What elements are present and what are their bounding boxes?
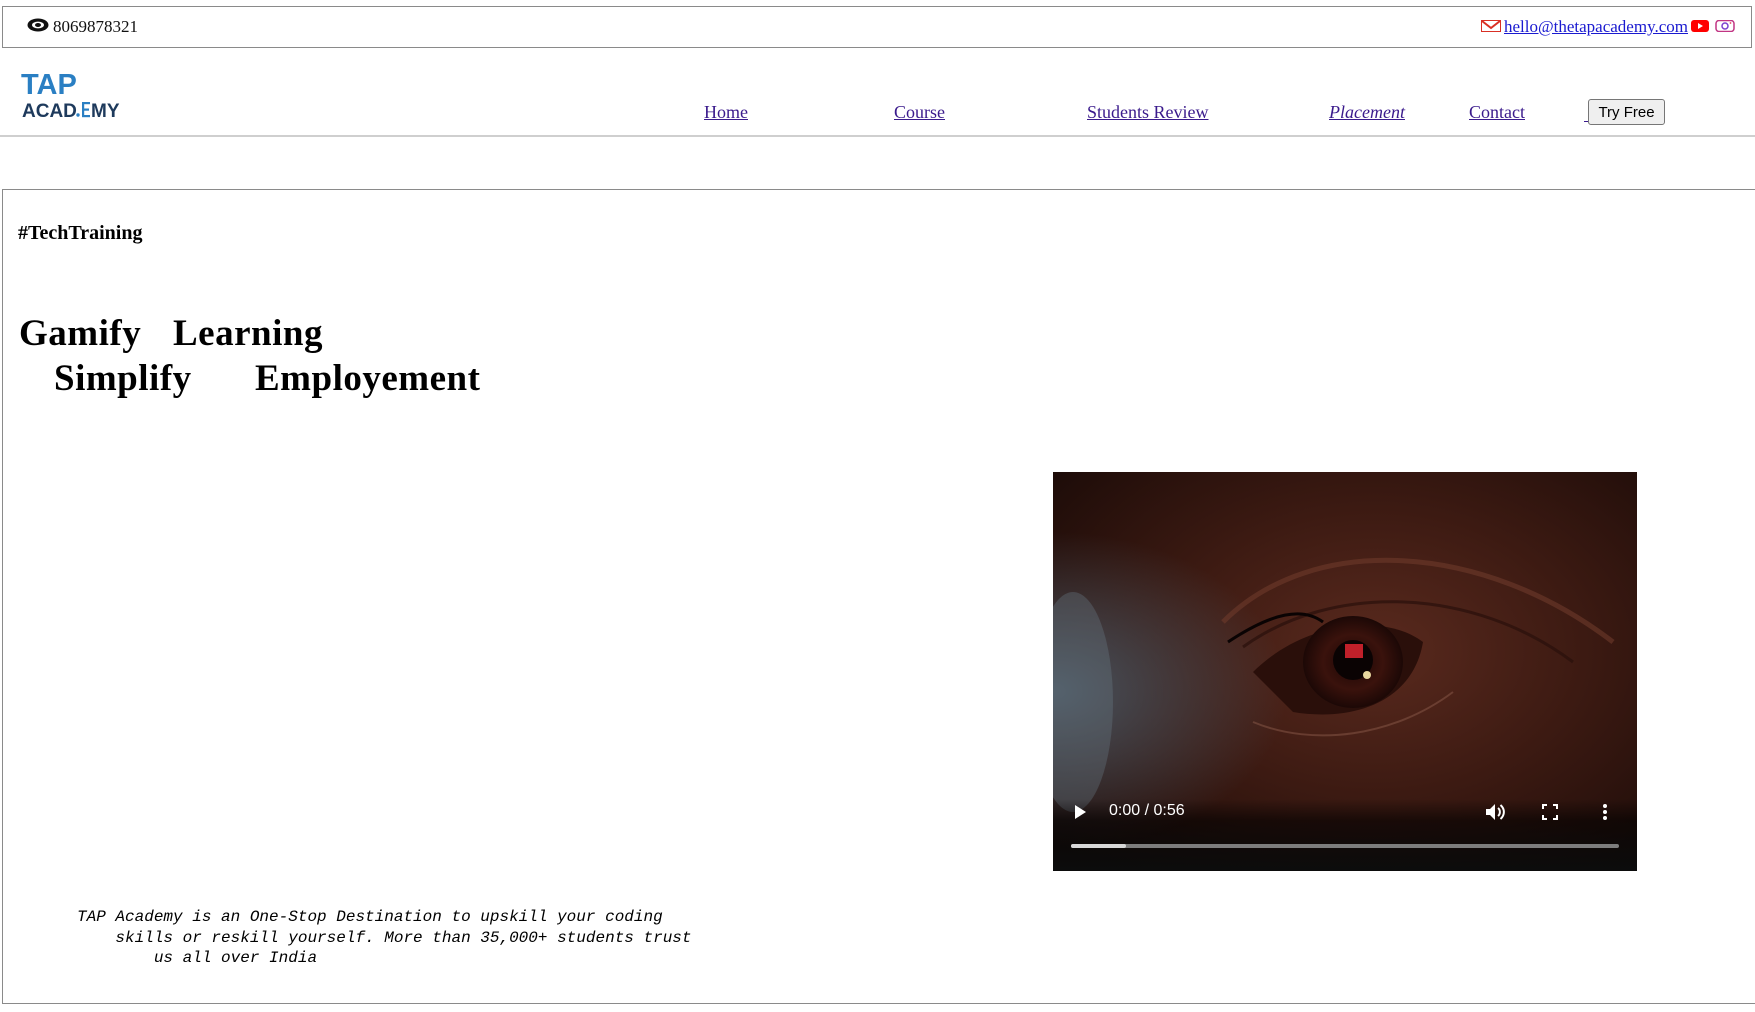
phone-icon xyxy=(27,17,49,37)
nav-contact[interactable]: Contact xyxy=(1469,102,1525,123)
headline-employement: Employement xyxy=(255,358,481,399)
nav-home[interactable]: Home xyxy=(704,102,748,123)
headline-gamify: Gamify xyxy=(19,313,142,354)
fullscreen-icon[interactable] xyxy=(1542,804,1558,825)
nav-students-review[interactable]: Students Review xyxy=(1087,102,1209,123)
volume-icon[interactable] xyxy=(1484,802,1506,827)
about-line: skills or reskill yourself. More than 35… xyxy=(77,928,692,947)
logo-e-glyph xyxy=(76,102,90,118)
video-progress-fill xyxy=(1071,844,1126,848)
nav-course[interactable]: Course xyxy=(894,102,945,123)
more-options-icon[interactable] xyxy=(1602,803,1608,826)
headline-simplify: Simplify xyxy=(54,358,192,399)
social-contacts: hello@thetapacademy.com xyxy=(1480,17,1735,37)
video-progress-track[interactable] xyxy=(1071,844,1619,848)
youtube-icon[interactable] xyxy=(1691,17,1709,37)
svg-text:TAP: TAP xyxy=(21,69,77,101)
about-line: us all over India xyxy=(77,949,318,967)
phone-contact: 8069878321 xyxy=(27,17,138,37)
nav-placement[interactable]: Placement xyxy=(1329,102,1405,123)
try-free-button[interactable]: Try Free xyxy=(1588,99,1665,125)
gmail-icon xyxy=(1480,17,1501,37)
promo-video-player[interactable]: 0:00 / 0:56 xyxy=(1053,472,1637,871)
site-header: TAP ACAD MY Home Course Students Review … xyxy=(0,49,1755,137)
play-icon[interactable] xyxy=(1073,804,1087,825)
about-line: TAP Academy is an One-Stop Destination t… xyxy=(77,908,663,926)
svg-text:MY: MY xyxy=(91,101,120,120)
about-text: TAP Academy is an One-Stop Destination t… xyxy=(77,907,777,969)
hero-hashtag: #TechTraining xyxy=(18,222,143,244)
top-contact-bar: 8069878321 hello@thetapacademy.com xyxy=(2,6,1752,48)
instagram-icon[interactable] xyxy=(1715,17,1735,37)
video-time: 0:00 / 0:56 xyxy=(1109,802,1185,819)
svg-text:ACAD: ACAD xyxy=(22,101,77,120)
phone-number: 8069878321 xyxy=(53,17,138,36)
tap-academy-logo[interactable]: TAP ACAD MY xyxy=(21,68,121,122)
headline-learning: Learning xyxy=(173,313,323,354)
email-link[interactable]: hello@thetapacademy.com xyxy=(1504,17,1688,37)
